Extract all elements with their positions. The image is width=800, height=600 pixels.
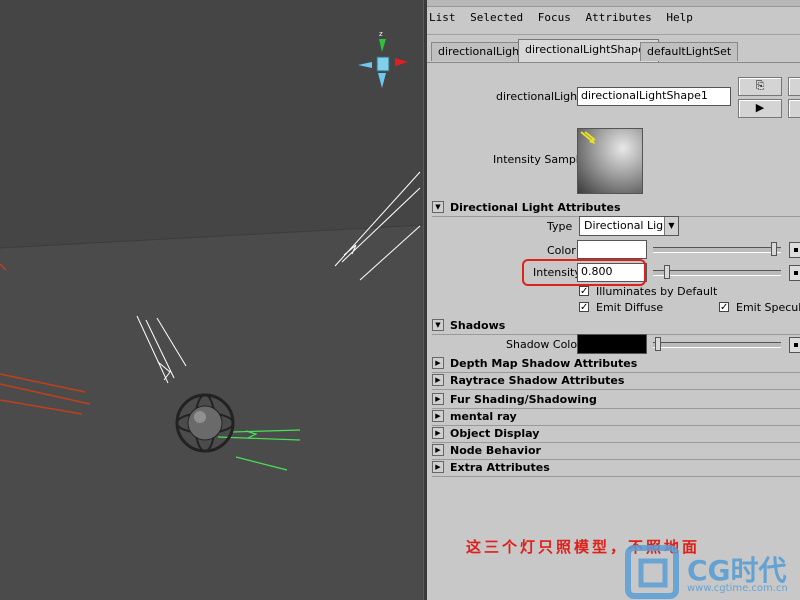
section-raytrace-shadow[interactable]: ▶ Raytrace Shadow Attributes: [432, 374, 800, 390]
menu-attributes[interactable]: Attributes: [585, 11, 651, 24]
expand-icon[interactable]: ▶: [432, 374, 444, 386]
logo-url: www.cgtime.com.cn: [687, 583, 788, 594]
menu-bar: List Selected Focus Attributes Help: [427, 0, 800, 35]
emit-diffuse-checkbox[interactable]: ✓: [579, 302, 589, 313]
emit-specular-checkbox[interactable]: ✓: [719, 302, 729, 313]
light-arrow-icon: [580, 131, 596, 144]
focus-button[interactable]: ⎘: [738, 77, 782, 96]
presets-button[interactable]: [788, 99, 800, 118]
emit-diffuse-label: Emit Diffuse: [596, 301, 664, 314]
color-swatch[interactable]: [577, 240, 647, 259]
menu-list[interactable]: List: [429, 11, 456, 24]
go-to-output-button[interactable]: ▶: [738, 99, 782, 118]
light-type-dropdown[interactable]: Directional Light ▼: [579, 216, 679, 236]
tab-directional-light-shape[interactable]: directionalLightShape1: [518, 39, 659, 62]
tab-default-light-set[interactable]: defaultLightSet: [640, 42, 739, 61]
section-depth-map-shadow[interactable]: ▶ Depth Map Shadow Attributes: [432, 357, 800, 373]
menu-selected[interactable]: Selected: [470, 11, 523, 24]
intensity-map-button[interactable]: [789, 265, 800, 281]
expand-icon[interactable]: ▶: [432, 427, 444, 439]
expand-icon[interactable]: ▶: [432, 444, 444, 456]
intensity-slider-track[interactable]: [653, 270, 781, 276]
shadow-color-map-button[interactable]: [789, 337, 800, 353]
illuminates-default-checkbox[interactable]: ✓: [579, 286, 589, 297]
node-tabs: directionalLight1 directionalLightShape1…: [427, 36, 800, 63]
shadow-color-slider-track[interactable]: [653, 342, 781, 348]
section-shadows[interactable]: ▼ Shadows: [432, 319, 800, 335]
emit-specular-label: Emit Specular: [736, 301, 800, 314]
svg-text:z: z: [379, 30, 383, 38]
expand-icon[interactable]: ▶: [432, 461, 444, 473]
3d-viewport[interactable]: z: [0, 0, 423, 600]
intensity-slider-thumb[interactable]: [664, 265, 670, 279]
node-name-label: directionalLight:: [496, 90, 586, 103]
color-slider-track[interactable]: [653, 247, 781, 253]
menu-focus[interactable]: Focus: [538, 11, 571, 24]
section-directional-light[interactable]: ▼ Directional Light Attributes: [432, 201, 800, 217]
expand-icon[interactable]: ▶: [432, 393, 444, 405]
menu-help[interactable]: Help: [666, 11, 693, 24]
color-map-button[interactable]: [789, 242, 800, 258]
expand-icon[interactable]: ▶: [432, 357, 444, 369]
section-object-display[interactable]: ▶ Object Display: [432, 427, 800, 443]
section-extra-attributes[interactable]: ▶ Extra Attributes: [432, 461, 800, 477]
viewport-scene: z: [0, 0, 423, 600]
watermark-logo: CG时代 www.cgtime.com.cn: [625, 543, 800, 600]
logo-icon: [625, 545, 679, 599]
chevron-down-icon[interactable]: ▼: [664, 217, 678, 235]
collapse-icon[interactable]: ▼: [432, 201, 444, 213]
color-label: Color: [547, 244, 576, 257]
attribute-editor: List Selected Focus Attributes Help dire…: [427, 0, 800, 600]
shadow-color-slider-thumb[interactable]: [655, 337, 661, 351]
section-node-behavior[interactable]: ▶ Node Behavior: [432, 444, 800, 460]
intensity-sample-label: Intensity Sample: [493, 153, 586, 166]
section-fur-shading[interactable]: ▶ Fur Shading/Shadowing: [432, 393, 800, 409]
shadow-color-swatch[interactable]: [577, 334, 647, 354]
expand-icon[interactable]: ▶: [432, 410, 444, 422]
intensity-sample-swatch: [577, 128, 643, 194]
type-label: Type: [547, 220, 573, 233]
viewport-background: [0, 0, 423, 248]
color-slider-thumb[interactable]: [771, 242, 777, 256]
copy-tab-button[interactable]: [788, 77, 800, 96]
node-name-field[interactable]: directionalLightShape1: [577, 87, 731, 106]
shadow-color-label: Shadow Color: [506, 338, 582, 351]
section-mental-ray[interactable]: ▶ mental ray: [432, 410, 800, 426]
collapse-icon[interactable]: ▼: [432, 319, 444, 331]
light-type-value: Directional Light: [584, 219, 675, 232]
intensity-highlight-annotation: [522, 259, 646, 286]
illuminates-default-label: Illuminates by Default: [596, 285, 718, 298]
